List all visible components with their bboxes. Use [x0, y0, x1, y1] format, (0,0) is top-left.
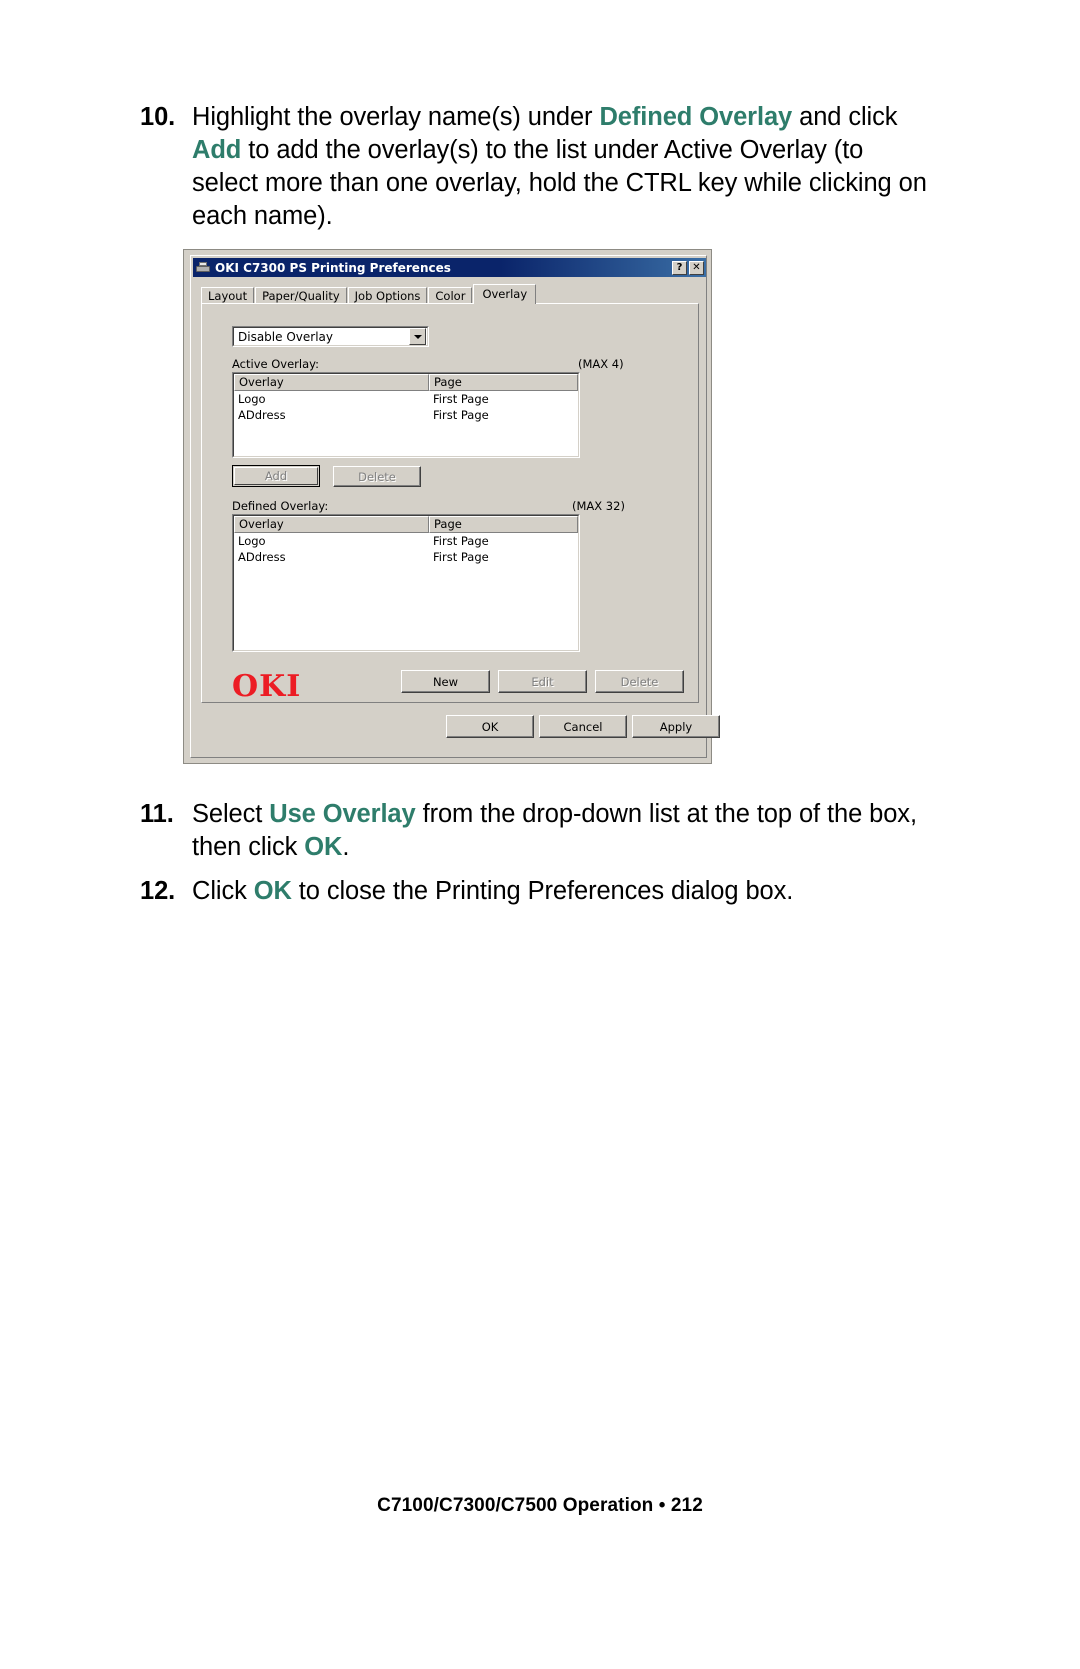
- step-text-fragment: Select: [192, 800, 270, 828]
- step-text-fragment: Highlight the overlay name(s) under: [192, 103, 600, 131]
- table-row[interactable]: ADdress First Page: [234, 407, 578, 423]
- table-row[interactable]: Logo First Page: [234, 533, 578, 549]
- instruction-step-10: 10. Highlight the overlay name(s) under …: [140, 101, 930, 233]
- cancel-button-label: Cancel: [563, 719, 603, 734]
- column-header-page[interactable]: Page: [429, 374, 578, 391]
- apply-button-label: Apply: [659, 719, 693, 734]
- cell-overlay: Logo: [238, 534, 266, 548]
- instruction-step-12: 12. Click OK to close the Printing Prefe…: [140, 875, 930, 908]
- add-button[interactable]: Add: [232, 465, 320, 487]
- edit-button-label: Edit: [531, 674, 554, 689]
- cell-page: First Page: [433, 550, 489, 564]
- ok-button-label: OK: [481, 719, 499, 734]
- cancel-button[interactable]: Cancel: [539, 715, 627, 738]
- cell-overlay: ADdress: [238, 550, 286, 564]
- cell-page: First Page: [433, 534, 489, 548]
- titlebar-buttons: ? ✕: [672, 260, 704, 275]
- step-text-fragment: and click: [792, 103, 898, 131]
- delete-defined-button-label: Delete: [620, 674, 659, 689]
- delete-defined-button[interactable]: Delete: [595, 670, 684, 693]
- tab-strip: Layout Paper/Quality Job Options Color O…: [201, 284, 699, 304]
- step-text-fragment: to add the overlay(s) to the list under …: [192, 136, 927, 230]
- document-page: 10. Highlight the overlay name(s) under …: [0, 0, 1080, 1669]
- apply-button[interactable]: Apply: [632, 715, 720, 738]
- chevron-down-icon[interactable]: [409, 328, 426, 345]
- tab-paper-quality[interactable]: Paper/Quality: [255, 287, 347, 304]
- step-text-fragment: to close the Printing Preferences dialog…: [291, 877, 794, 905]
- step-text-accent-add: Add: [192, 136, 242, 164]
- step-text-accent-ok: OK: [304, 833, 343, 861]
- tab-color[interactable]: Color: [428, 287, 473, 304]
- delete-active-button[interactable]: Delete: [333, 466, 421, 487]
- dialog-titlebar: OKI C7300 PS Printing Preferences ? ✕: [193, 258, 706, 277]
- cell-overlay: Logo: [238, 392, 266, 406]
- defined-overlay-label: Defined Overlay:: [232, 499, 329, 513]
- oki-logo: OKI: [232, 669, 302, 704]
- overlay-mode-value: Disable Overlay: [238, 329, 333, 344]
- step-text-fragment: Click: [192, 877, 254, 905]
- instruction-step-11: 11. Select Use Overlay from the drop-dow…: [140, 798, 930, 864]
- page-footer: C7100/C7300/C7500 Operation • 212: [377, 1495, 703, 1516]
- defined-overlay-max: (MAX 32): [572, 499, 625, 513]
- active-overlay-label: Active Overlay:: [232, 357, 319, 371]
- new-button[interactable]: New: [401, 670, 490, 693]
- table-row[interactable]: Logo First Page: [234, 391, 578, 407]
- column-header-overlay[interactable]: Overlay: [234, 516, 429, 533]
- step-text-accent-use-overlay: Use Overlay: [269, 800, 416, 828]
- step-number: 11.: [140, 800, 174, 828]
- step-text: Highlight the overlay name(s) under Defi…: [192, 101, 930, 233]
- step-number: 10.: [140, 103, 176, 131]
- step-text-accent-defined-overlay: Defined Overlay: [599, 103, 793, 131]
- column-header-overlay[interactable]: Overlay: [234, 374, 429, 391]
- column-header-page[interactable]: Page: [429, 516, 578, 533]
- printer-icon: [195, 261, 211, 275]
- overlay-mode-dropdown[interactable]: Disable Overlay: [232, 326, 429, 347]
- cell-page: First Page: [433, 392, 489, 406]
- delete-active-button-label: Delete: [358, 469, 396, 484]
- step-text: Click OK to close the Printing Preferenc…: [192, 875, 930, 908]
- tab-overlay[interactable]: Overlay: [473, 284, 537, 304]
- step-text-fragment: .: [342, 833, 350, 861]
- active-overlay-list[interactable]: Overlay Page Logo First Page ADdress Fir…: [232, 372, 580, 458]
- close-icon[interactable]: ✕: [689, 260, 704, 275]
- dialog-inner-frame: OKI C7300 PS Printing Preferences ? ✕ La…: [190, 255, 720, 758]
- new-button-label: New: [432, 674, 459, 689]
- help-icon[interactable]: ?: [672, 260, 687, 275]
- tab-layout[interactable]: Layout: [201, 287, 255, 304]
- cell-overlay: ADdress: [238, 408, 286, 422]
- edit-button[interactable]: Edit: [498, 670, 587, 693]
- step-number: 12.: [140, 877, 176, 905]
- cell-page: First Page: [433, 408, 489, 422]
- add-button-label: Add: [264, 469, 288, 483]
- ok-button[interactable]: OK: [446, 715, 534, 738]
- active-overlay-max: (MAX 4): [578, 357, 624, 371]
- overlay-tab-panel: Disable Overlay Active Overlay: (MAX 4) …: [201, 303, 699, 703]
- dialog-title: OKI C7300 PS Printing Preferences: [215, 260, 451, 275]
- tab-job-options[interactable]: Job Options: [347, 287, 428, 304]
- printing-preferences-dialog: OKI C7300 PS Printing Preferences ? ✕ La…: [183, 249, 720, 764]
- step-text-accent-ok: OK: [253, 877, 292, 905]
- active-overlay-list-header: Overlay Page: [234, 374, 578, 391]
- table-row[interactable]: ADdress First Page: [234, 549, 578, 565]
- step-text: Select Use Overlay from the drop-down li…: [192, 798, 930, 864]
- defined-overlay-list-header: Overlay Page: [234, 516, 578, 533]
- defined-overlay-list[interactable]: Overlay Page Logo First Page ADdress Fir…: [232, 514, 580, 652]
